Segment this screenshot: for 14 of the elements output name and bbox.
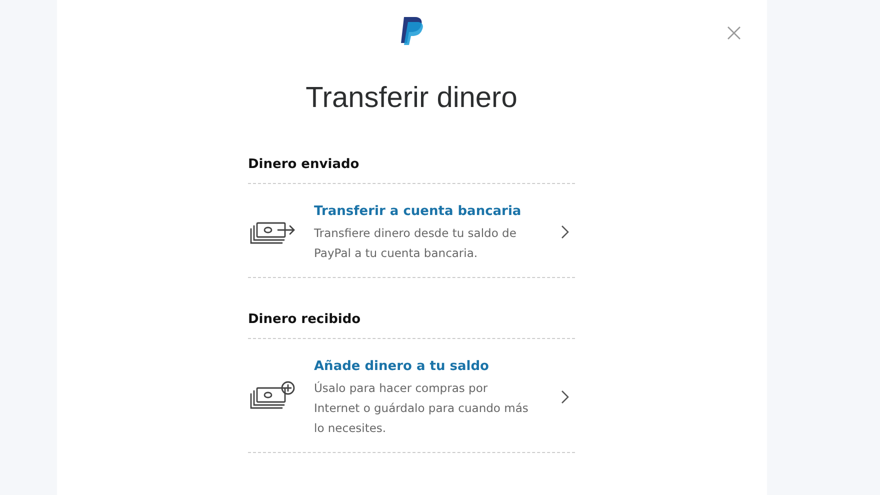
option-description: Transfiere dinero desde tu saldo de PayPal a tu cuenta bancaria.	[314, 225, 518, 262]
option-title: Transferir a cuenta bancaria	[314, 202, 522, 220]
close-button[interactable]	[724, 24, 742, 42]
option-row[interactable]: Añade dinero a tu saldo Úsalo para hacer compras por Internet o guárdalo para cuando más lo necesites.	[248, 338, 575, 453]
option-row[interactable]: Transferir a cuenta bancaria Transfiere dinero desde tu saldo de PayPal a tu cuenta bancaria.	[248, 184, 575, 278]
dialog-title: Transferir dinero	[306, 84, 518, 113]
paypal-logo-icon	[398, 16, 424, 46]
option-description: Úsalo para hacer compras por Internet o guárdalo para cuando más lo necesites.	[314, 380, 529, 437]
close-icon	[726, 25, 742, 41]
section-heading: Dinero recibido	[248, 310, 575, 338]
chevron-right-icon	[561, 390, 569, 404]
section-heading: Dinero enviado	[248, 155, 575, 184]
option-title: Añade dinero a tu saldo	[314, 358, 490, 376]
chevron-right-icon	[561, 225, 569, 240]
